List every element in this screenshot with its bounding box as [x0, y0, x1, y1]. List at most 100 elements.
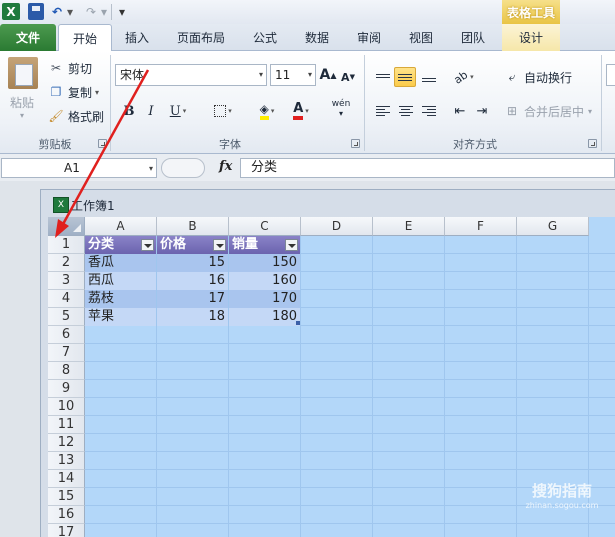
chevron-down-icon[interactable]: ▾: [339, 109, 343, 118]
table-cell[interactable]: 17: [157, 290, 228, 308]
column-header-d[interactable]: D: [301, 217, 373, 236]
paste-button-label[interactable]: 粘贴: [10, 94, 34, 111]
formula-bar-expander[interactable]: [161, 158, 205, 178]
align-left-button[interactable]: [373, 101, 393, 121]
undo-dropdown-icon[interactable]: ▾: [66, 3, 74, 20]
customize-qat-button[interactable]: ▾: [117, 3, 127, 20]
redo-dropdown-icon[interactable]: ▾: [100, 3, 108, 20]
underline-button[interactable]: U ▾: [164, 101, 192, 121]
column-header-c[interactable]: C: [229, 217, 301, 236]
chevron-down-icon[interactable]: ▾: [259, 65, 263, 85]
undo-icon[interactable]: ↶: [50, 3, 64, 20]
paste-icon[interactable]: [8, 57, 38, 89]
chevron-down-icon[interactable]: ▾: [308, 65, 312, 85]
chevron-down-icon[interactable]: ▾: [183, 107, 187, 115]
row-header-12[interactable]: 12: [48, 434, 85, 452]
table-cell[interactable]: 150: [229, 254, 300, 272]
row-header-4[interactable]: 4: [48, 290, 85, 308]
tab-team[interactable]: 团队: [450, 24, 496, 51]
row-header-11[interactable]: 11: [48, 416, 85, 434]
table-cell[interactable]: 荔枝: [85, 290, 156, 308]
tab-design[interactable]: 设计: [502, 24, 560, 51]
column-header-a[interactable]: A: [85, 217, 157, 236]
tab-formulas[interactable]: 公式: [242, 24, 288, 51]
row-header-2[interactable]: 2: [48, 254, 85, 272]
row-header-3[interactable]: 3: [48, 272, 85, 290]
row-header-10[interactable]: 10: [48, 398, 85, 416]
filter-dropdown-icon[interactable]: [213, 239, 226, 251]
table-cell[interactable]: 苹果: [85, 308, 156, 326]
chevron-down-icon[interactable]: ▾: [470, 73, 474, 81]
tab-home[interactable]: 开始: [58, 24, 112, 52]
copy-dropdown-icon[interactable]: ▾: [95, 88, 99, 97]
chevron-down-icon[interactable]: ▾: [228, 107, 232, 115]
align-center-button[interactable]: [396, 101, 416, 121]
column-header-f[interactable]: F: [445, 217, 517, 236]
font-size-select[interactable]: 11 ▾: [270, 64, 316, 86]
row-header-13[interactable]: 13: [48, 452, 85, 470]
column-header-b[interactable]: B: [157, 217, 229, 236]
table-cell[interactable]: 香瓜: [85, 254, 156, 272]
align-right-button[interactable]: [419, 101, 439, 121]
table-cell[interactable]: 西瓜: [85, 272, 156, 290]
table-cell[interactable]: 180: [229, 308, 300, 326]
redo-icon[interactable]: ↷: [84, 3, 98, 20]
merge-center-button[interactable]: ⊞ 合并后居中 ▾: [504, 101, 592, 121]
formula-input[interactable]: 分类: [240, 158, 615, 178]
chevron-down-icon[interactable]: ▾: [149, 160, 153, 178]
row-header-16[interactable]: 16: [48, 506, 85, 524]
table-cell[interactable]: 160: [229, 272, 300, 290]
row-header-14[interactable]: 14: [48, 470, 85, 488]
tab-view[interactable]: 视图: [398, 24, 444, 51]
wrap-text-button[interactable]: ⤶ 自动换行: [504, 67, 572, 87]
align-bottom-button[interactable]: [419, 67, 439, 87]
row-header-6[interactable]: 6: [48, 326, 85, 344]
chevron-down-icon[interactable]: ▾: [271, 107, 275, 115]
shrink-font-button[interactable]: A ▼: [340, 67, 356, 87]
table-header-cell[interactable]: 价格: [157, 236, 228, 254]
font-launcher-icon[interactable]: [351, 139, 360, 148]
row-header-8[interactable]: 8: [48, 362, 85, 380]
paste-dropdown-icon[interactable]: ▾: [20, 111, 24, 120]
italic-button[interactable]: I: [142, 101, 160, 121]
row-header-9[interactable]: 9: [48, 380, 85, 398]
name-box[interactable]: A1 ▾: [1, 158, 157, 178]
column-header-g[interactable]: G: [517, 217, 589, 236]
chevron-down-icon[interactable]: ▾: [305, 107, 309, 115]
tab-file[interactable]: 文件: [0, 24, 56, 51]
tab-review[interactable]: 审阅: [346, 24, 392, 51]
filter-dropdown-icon[interactable]: [141, 239, 154, 251]
row-header-15[interactable]: 15: [48, 488, 85, 506]
alignment-launcher-icon[interactable]: [588, 139, 597, 148]
table-resize-handle[interactable]: [296, 321, 300, 325]
orientation-button[interactable]: ab ▾: [450, 67, 478, 87]
borders-button[interactable]: ▾: [208, 101, 238, 121]
format-painter-button[interactable]: 🖌 格式刷: [48, 106, 104, 126]
tab-insert[interactable]: 插入: [114, 24, 160, 51]
align-middle-button[interactable]: [394, 67, 416, 87]
phonetic-guide-button[interactable]: wén ▾: [326, 99, 356, 119]
bold-button[interactable]: B: [120, 101, 138, 121]
font-color-button[interactable]: A ▾: [286, 101, 316, 121]
table-header-cell[interactable]: 销量: [229, 236, 300, 254]
chevron-down-icon[interactable]: ▾: [588, 107, 592, 116]
font-name-select[interactable]: 宋体 ▾: [115, 64, 267, 86]
copy-button[interactable]: ❐ 复制 ▾: [48, 82, 99, 102]
fill-color-button[interactable]: ◈ ▾: [252, 101, 282, 121]
tab-data[interactable]: 数据: [294, 24, 340, 51]
table-header-cell[interactable]: 分类: [85, 236, 156, 254]
number-format-select[interactable]: [606, 64, 615, 86]
table-cell[interactable]: 170: [229, 290, 300, 308]
table-cell[interactable]: 15: [157, 254, 228, 272]
filter-dropdown-icon[interactable]: [285, 239, 298, 251]
row-header-1[interactable]: 1: [48, 236, 85, 254]
column-header-e[interactable]: E: [373, 217, 445, 236]
row-header-17[interactable]: 17: [48, 524, 85, 537]
tab-page-layout[interactable]: 页面布局: [168, 24, 234, 51]
clipboard-launcher-icon[interactable]: [98, 139, 107, 148]
table-cell[interactable]: 16: [157, 272, 228, 290]
table-cell[interactable]: 18: [157, 308, 228, 326]
cut-button[interactable]: ✂ 剪切: [48, 58, 92, 78]
save-icon[interactable]: [28, 3, 44, 20]
select-all-button[interactable]: [48, 217, 85, 236]
